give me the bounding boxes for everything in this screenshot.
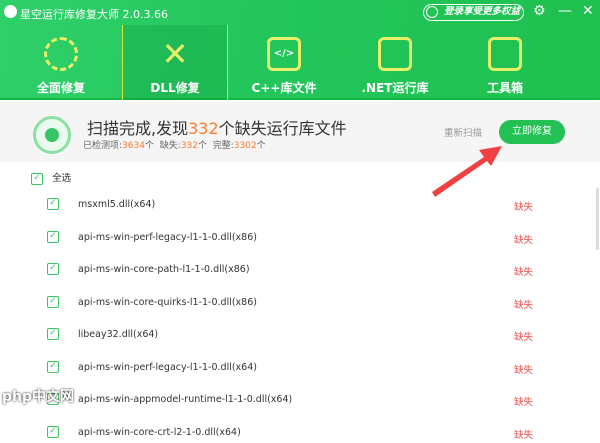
status-missing: 缺失 <box>514 429 534 441</box>
dll-name: api-ms-win-core-crt-l2-1-0.dll(x64) <box>78 426 241 438</box>
watermark: php中文网 <box>2 389 75 405</box>
red-arrow-annotation <box>432 146 502 197</box>
checkbox[interactable]: ✓ <box>47 425 59 438</box>
list-item[interactable]: ✓ api-ms-win-core-crt-l2-1-0.dll(x64) 缺失 <box>0 423 595 443</box>
